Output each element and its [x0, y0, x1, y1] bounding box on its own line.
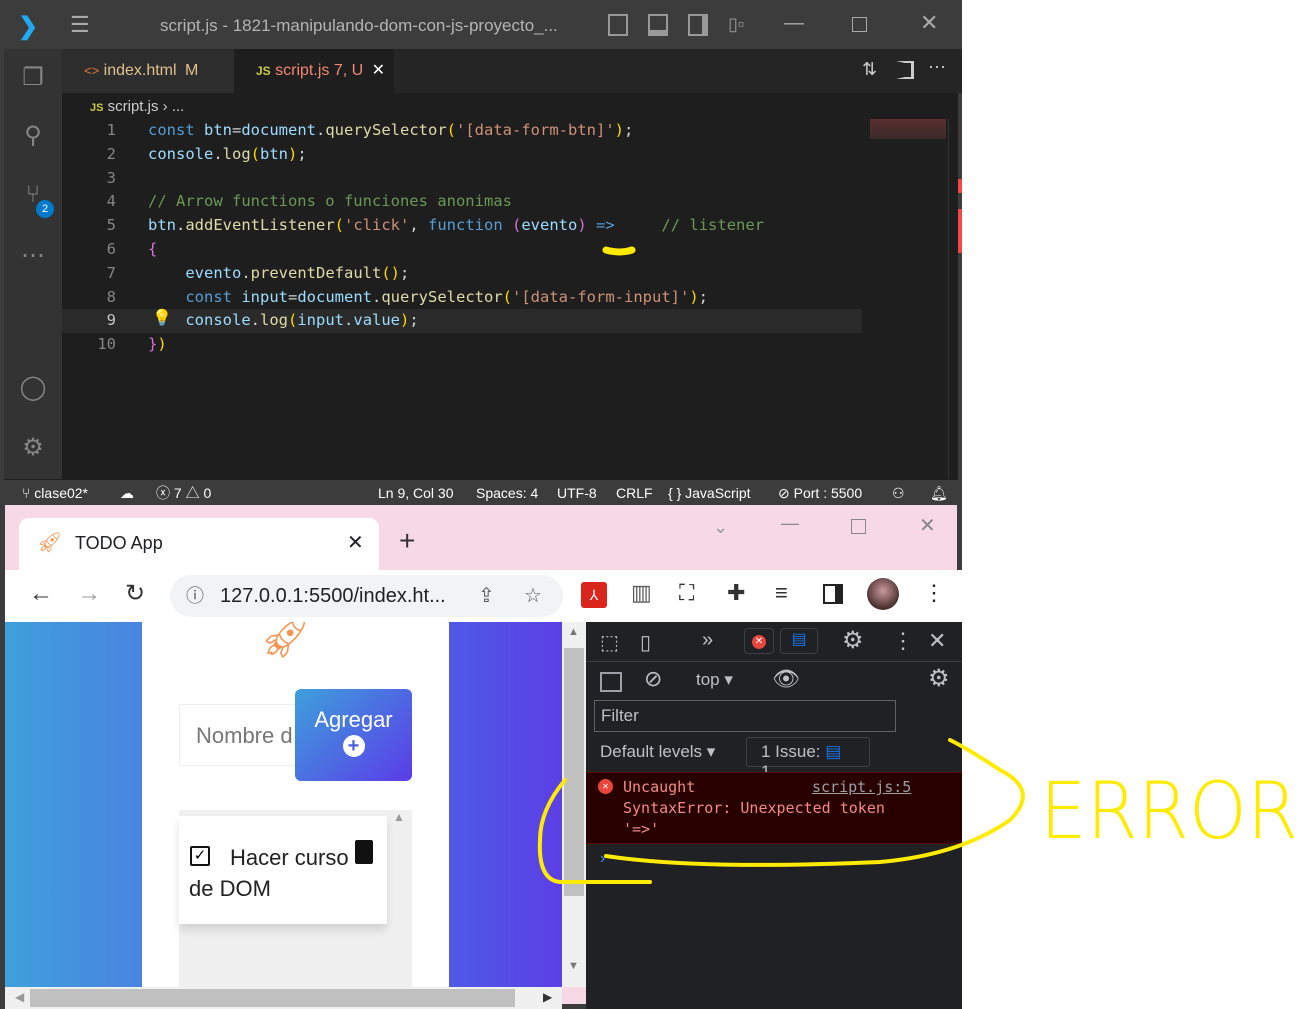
handwritten-annotation: ERROR: [537, 246, 1298, 884]
error-handwriting: ERROR: [1040, 767, 1298, 857]
circle-stroke: [537, 778, 652, 884]
arrow-stroke: [604, 738, 1025, 867]
squiggle-under-arrow: [602, 246, 636, 256]
